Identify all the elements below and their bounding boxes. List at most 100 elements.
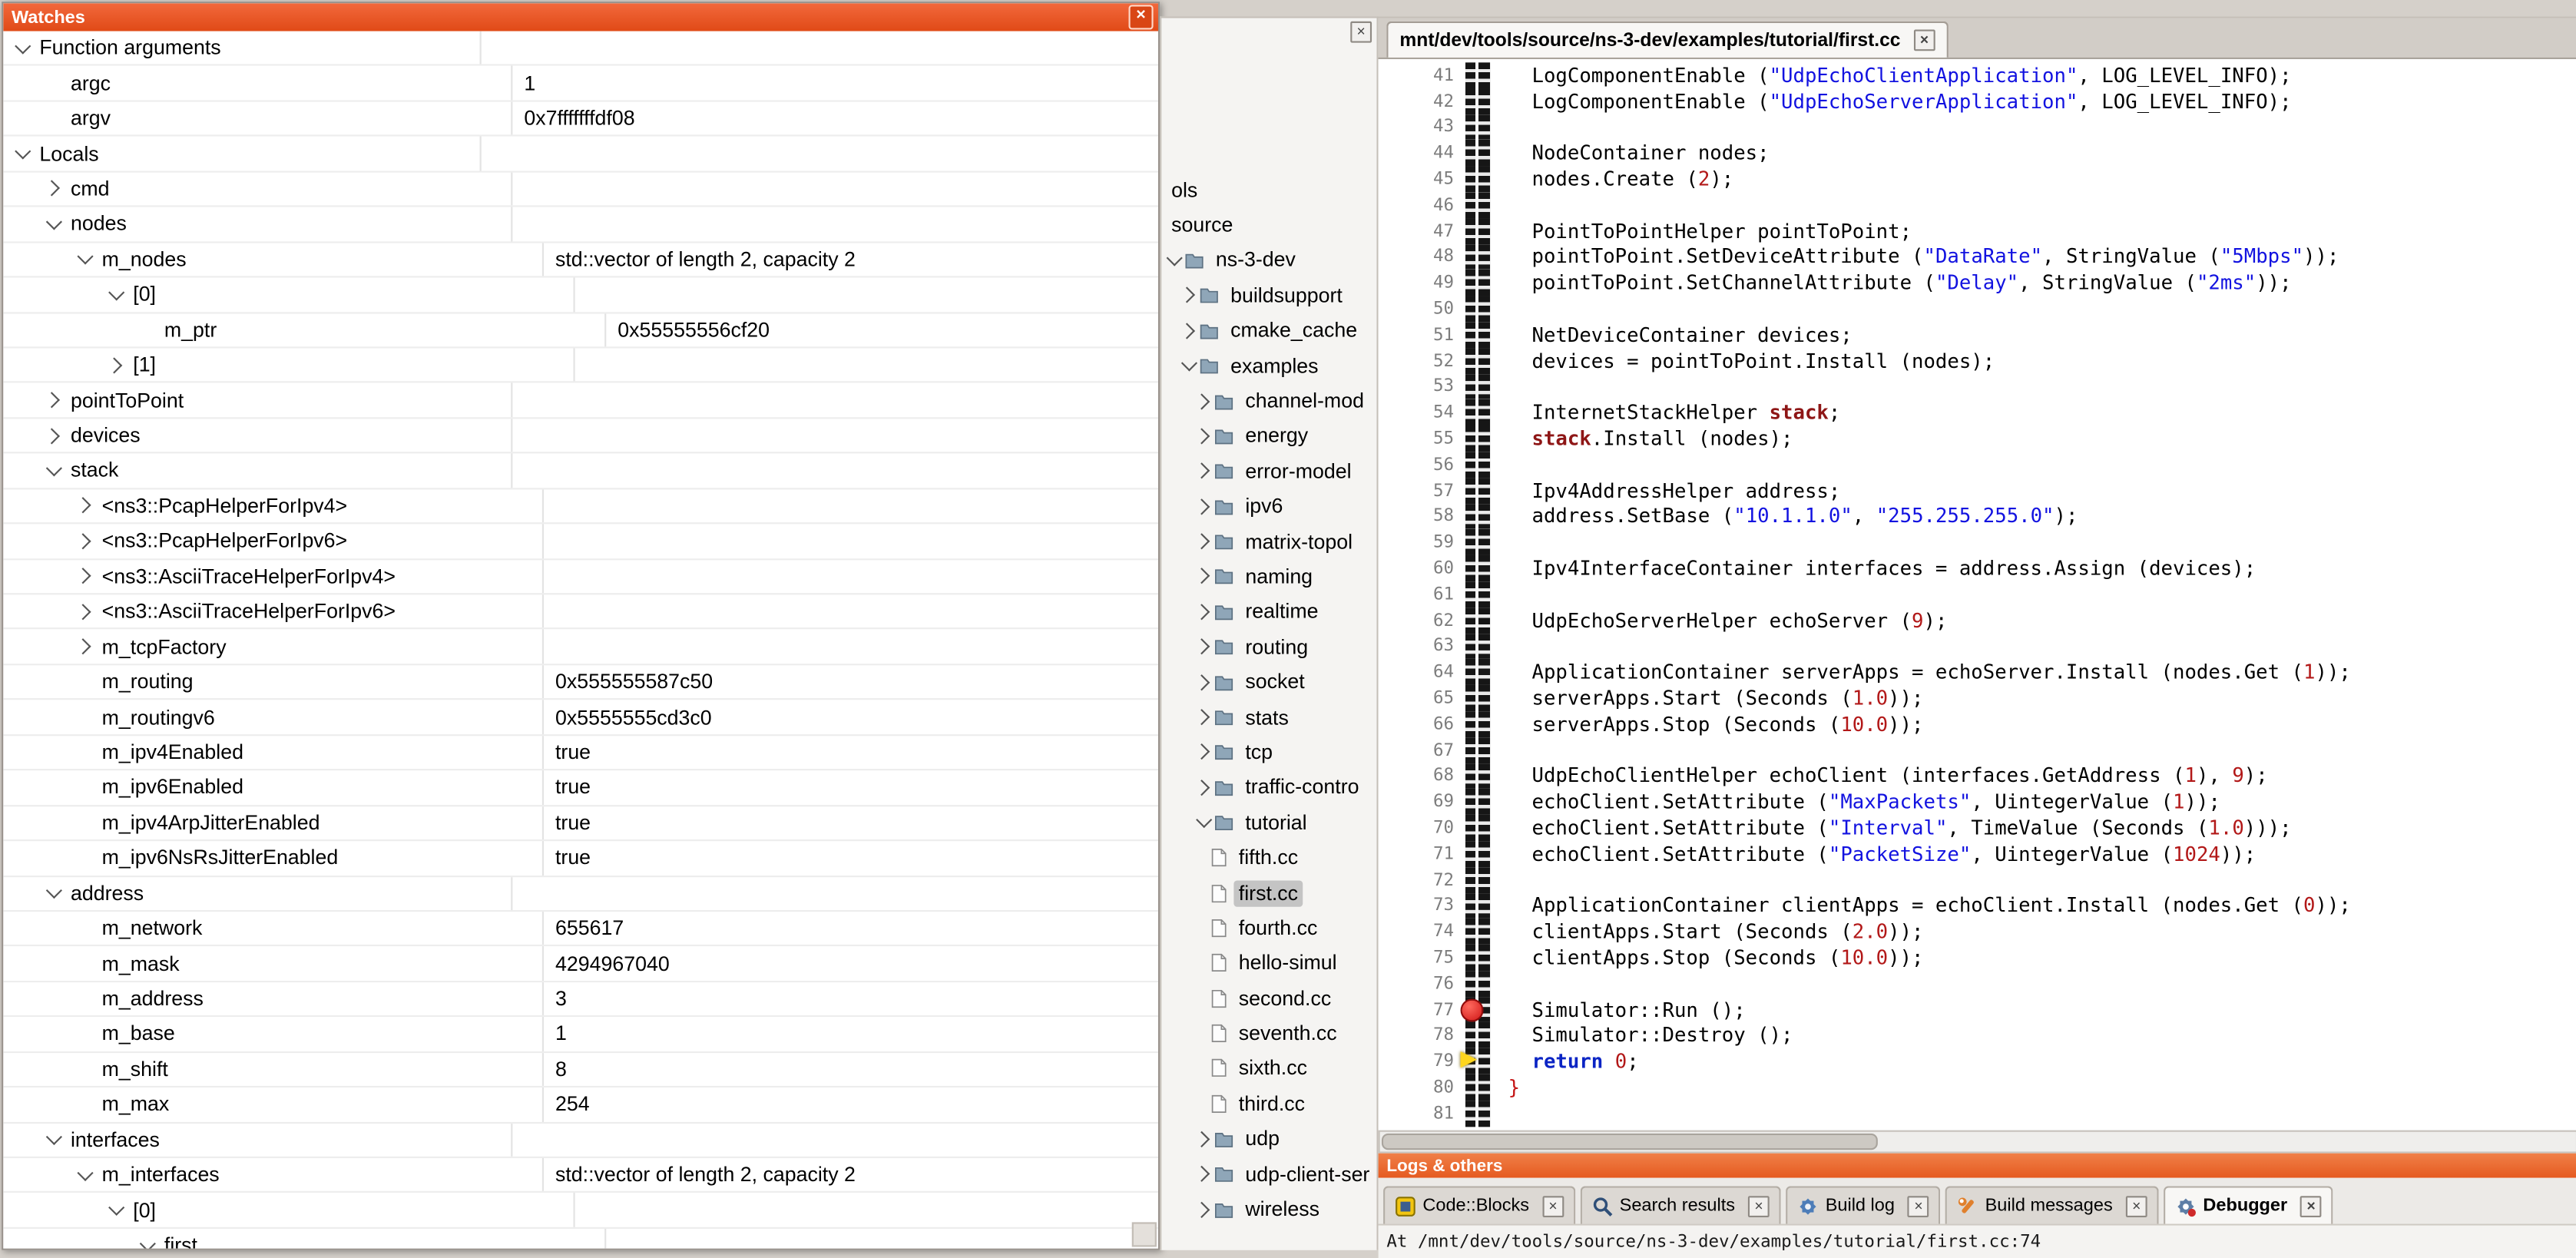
breakpoint-margin[interactable] — [1465, 634, 1490, 660]
watch-row-cmd[interactable]: cmd — [3, 172, 1158, 207]
expand-arrow-icon[interactable] — [74, 533, 91, 549]
expand-arrow-icon[interactable] — [74, 604, 91, 620]
watch-row-0[interactable]: [0] — [3, 278, 1158, 313]
breakpoint-margin[interactable] — [1465, 114, 1490, 141]
tree-item-ols[interactable]: ols — [1161, 173, 1376, 208]
breakpoint-margin[interactable] — [1465, 1101, 1490, 1127]
close-icon[interactable]: × — [1350, 22, 1372, 43]
breakpoint-margin[interactable] — [1465, 400, 1490, 426]
expand-arrow-icon[interactable] — [1194, 604, 1210, 620]
watch-row-m-base[interactable]: m_base1 — [3, 1018, 1158, 1053]
expand-arrow-icon[interactable] — [74, 568, 91, 584]
logs-tab-search-results[interactable]: Search results× — [1580, 1186, 1781, 1223]
tree-item-hello-simul[interactable]: hello-simul — [1161, 945, 1376, 981]
breakpoint-margin[interactable] — [1465, 607, 1490, 634]
breakpoint-margin[interactable] — [1465, 141, 1490, 167]
breakpoint-margin[interactable] — [1465, 504, 1490, 530]
expand-arrow-icon[interactable] — [1194, 1201, 1210, 1217]
breakpoint-icon[interactable] — [1461, 998, 1484, 1021]
tree-item-fifth-cc[interactable]: fifth.cc — [1161, 840, 1376, 876]
watch-row-m-routingv6[interactable]: m_routingv60x5555555cd3c0 — [3, 700, 1158, 736]
expand-arrow-icon[interactable] — [1194, 674, 1210, 690]
watch-row-m-nodes[interactable]: m_nodesstd::vector of length 2, capacity… — [3, 243, 1158, 278]
breakpoint-margin[interactable] — [1465, 452, 1490, 478]
collapse-arrow-icon[interactable] — [46, 460, 62, 476]
breakpoint-margin[interactable] — [1465, 348, 1490, 374]
watch-row-ns3-pcaphelperforipv4[interactable]: <ns3::PcapHelperForIpv4> — [3, 489, 1158, 525]
breakpoint-margin[interactable] — [1465, 581, 1490, 607]
horizontal-scrollbar[interactable] — [1379, 1131, 2576, 1154]
expand-arrow-icon[interactable] — [1179, 287, 1195, 303]
watch-row-m-interfaces[interactable]: m_interfacesstd::vector of length 2, cap… — [3, 1158, 1158, 1193]
breakpoint-margin[interactable] — [1465, 919, 1490, 945]
tree-item-error-model[interactable]: error-model — [1161, 454, 1376, 489]
tree-item-stats[interactable]: stats — [1161, 700, 1376, 735]
watch-row-m-ipv4enabled[interactable]: m_ipv4Enabledtrue — [3, 736, 1158, 771]
collapse-arrow-icon[interactable] — [46, 1129, 62, 1145]
breakpoint-margin[interactable] — [1465, 1048, 1490, 1074]
tree-item-realtime[interactable]: realtime — [1161, 594, 1376, 630]
watch-row-interfaces[interactable]: interfaces — [3, 1123, 1158, 1158]
close-icon[interactable]: × — [1908, 1195, 1929, 1217]
watch-row-m-ipv6enabled[interactable]: m_ipv6Enabledtrue — [3, 771, 1158, 806]
close-icon[interactable]: × — [1914, 30, 1935, 51]
expand-arrow-icon[interactable] — [44, 180, 60, 197]
breakpoint-margin[interactable] — [1465, 893, 1490, 919]
tree-item-source[interactable]: source — [1161, 207, 1376, 243]
collapse-arrow-icon[interactable] — [1167, 250, 1183, 266]
expand-arrow-icon[interactable] — [1194, 568, 1210, 584]
collapse-arrow-icon[interactable] — [140, 1235, 156, 1249]
tree-item-first-cc[interactable]: first.cc — [1161, 876, 1376, 911]
tree-item-third-cc[interactable]: third.cc — [1161, 1086, 1376, 1121]
collapse-arrow-icon[interactable] — [46, 214, 62, 230]
tree-item-tcp[interactable]: tcp — [1161, 735, 1376, 770]
expand-arrow-icon[interactable] — [44, 392, 60, 408]
tree-item-matrix-topol[interactable]: matrix-topol — [1161, 524, 1376, 559]
watch-row-nodes[interactable]: nodes — [3, 207, 1158, 243]
watch-row-m-routing[interactable]: m_routing0x555555587c50 — [3, 665, 1158, 700]
watch-row-devices[interactable]: devices — [3, 419, 1158, 454]
breakpoint-margin[interactable] — [1465, 192, 1490, 218]
breakpoint-margin[interactable] — [1465, 555, 1490, 581]
logs-tab-code-blocks[interactable]: Code::Blocks× — [1383, 1186, 1575, 1223]
close-icon[interactable]: × — [2300, 1195, 2322, 1217]
tree-item-tutorial[interactable]: tutorial — [1161, 805, 1376, 840]
watch-row-address[interactable]: address — [3, 876, 1158, 912]
watch-row-stack[interactable]: stack — [3, 454, 1158, 489]
breakpoint-margin[interactable] — [1465, 815, 1490, 841]
breakpoint-margin[interactable] — [1465, 711, 1490, 737]
watch-row-1[interactable]: [1] — [3, 348, 1158, 383]
tree-item-ipv6[interactable]: ipv6 — [1161, 488, 1376, 524]
breakpoint-margin[interactable] — [1465, 1074, 1490, 1101]
expand-arrow-icon[interactable] — [1194, 533, 1210, 549]
breakpoint-margin[interactable] — [1465, 478, 1490, 504]
logs-tab-build-log[interactable]: Build log× — [1786, 1186, 1941, 1223]
collapse-arrow-icon[interactable] — [15, 38, 31, 54]
breakpoint-margin[interactable] — [1465, 529, 1490, 555]
watch-row-ns3-asciitracehelperforipv4[interactable]: <ns3::AsciiTraceHelperForIpv4> — [3, 559, 1158, 594]
tree-item-examples[interactable]: examples — [1161, 348, 1376, 383]
expand-arrow-icon[interactable] — [1194, 780, 1210, 796]
logs-panel-header[interactable]: Logs & others — [1379, 1154, 2576, 1178]
tree-item-cmake-cache[interactable]: cmake_cache — [1161, 313, 1376, 349]
breakpoint-margin[interactable] — [1465, 296, 1490, 322]
breakpoint-margin[interactable] — [1465, 867, 1490, 893]
expand-arrow-icon[interactable] — [106, 357, 122, 373]
close-icon[interactable]: × — [2126, 1195, 2147, 1217]
breakpoint-margin[interactable] — [1465, 425, 1490, 452]
expand-arrow-icon[interactable] — [44, 427, 60, 443]
breakpoint-margin[interactable] — [1465, 945, 1490, 971]
breakpoint-margin[interactable] — [1465, 322, 1490, 348]
close-icon[interactable]: × — [1748, 1195, 1770, 1217]
breakpoint-margin[interactable] — [1465, 62, 1490, 88]
tree-item-fourth-cc[interactable]: fourth.cc — [1161, 910, 1376, 945]
collapse-arrow-icon[interactable] — [46, 882, 62, 899]
watch-row-argv[interactable]: argv0x7fffffffdf08 — [3, 101, 1158, 137]
breakpoint-margin[interactable] — [1465, 685, 1490, 711]
collapse-arrow-icon[interactable] — [77, 1164, 93, 1180]
expand-arrow-icon[interactable] — [1194, 392, 1210, 409]
tree-item-traffic-contro[interactable]: traffic-contro — [1161, 770, 1376, 805]
breakpoint-margin[interactable] — [1465, 88, 1490, 114]
tree-item-udp[interactable]: udp — [1161, 1121, 1376, 1157]
watch-row-m-tcpfactory[interactable]: m_tcpFactory — [3, 630, 1158, 665]
